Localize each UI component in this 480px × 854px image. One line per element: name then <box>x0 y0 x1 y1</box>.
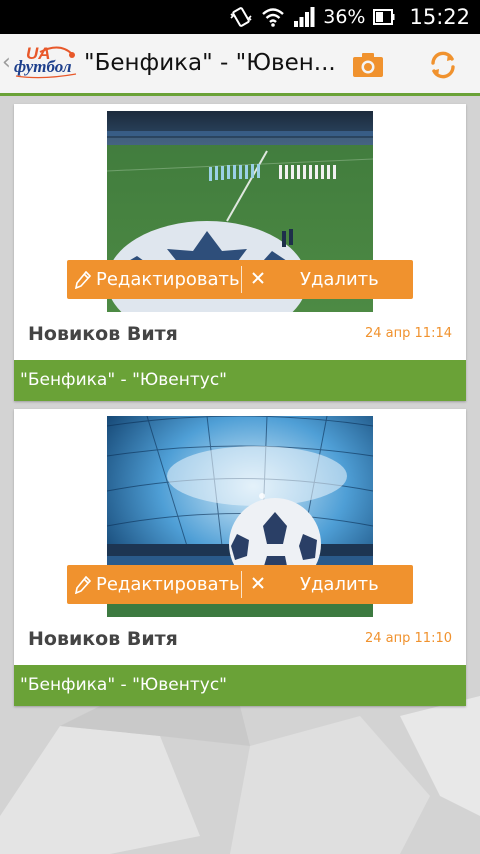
refresh-icon <box>431 51 455 79</box>
back-caret-icon[interactable]: ‹ <box>2 52 11 74</box>
card-action-bar: Редактировать Удалить <box>67 260 413 299</box>
author-name: Новиков Витя <box>28 323 178 345</box>
author-name: Новиков Витя <box>28 628 178 650</box>
card-action-bar: Редактировать Удалить <box>67 565 413 604</box>
edit-button[interactable]: Редактировать <box>67 260 241 299</box>
battery-percent: 36% <box>323 6 366 28</box>
status-bar: 36% 15:22 <box>0 0 480 34</box>
post-timestamp: 24 апр 11:10 <box>365 631 452 646</box>
action-bar: ‹ UA футбол "Бенфика" - "Ювен... <box>0 34 480 96</box>
photo-caption[interactable]: "Бенфика" - "Ювентус" <box>14 665 466 706</box>
refresh-button[interactable] <box>426 48 460 82</box>
photo-caption[interactable]: "Бенфика" - "Ювентус" <box>14 360 466 401</box>
delete-label: Удалить <box>300 269 379 290</box>
post-timestamp: 24 апр 11:14 <box>365 326 452 341</box>
logo-football-text: футбол <box>14 57 72 76</box>
camera-button[interactable] <box>351 48 385 82</box>
vibrate-icon <box>230 7 252 27</box>
delete-button[interactable]: Удалить <box>242 565 413 604</box>
pencil-icon <box>75 575 91 594</box>
battery-icon <box>373 9 395 25</box>
photo-card[interactable]: Редактировать Удалить Новиков Витя 24 ап… <box>14 104 466 401</box>
close-icon <box>252 577 264 589</box>
edit-label: Редактировать <box>96 269 240 290</box>
pencil-icon <box>75 270 91 289</box>
wifi-icon <box>262 8 285 27</box>
status-clock: 15:22 <box>409 5 470 29</box>
camera-icon <box>353 53 383 77</box>
app-logo[interactable]: UA футбол <box>12 44 80 84</box>
page-title: "Бенфика" - "Ювен... <box>84 50 336 76</box>
signal-icon <box>294 7 315 27</box>
edit-button[interactable]: Редактировать <box>67 565 241 604</box>
edit-label: Редактировать <box>96 574 240 595</box>
delete-label: Удалить <box>300 574 379 595</box>
photo-card[interactable]: Редактировать Удалить Новиков Витя 24 ап… <box>14 409 466 706</box>
delete-button[interactable]: Удалить <box>242 260 413 299</box>
close-icon <box>252 272 264 284</box>
